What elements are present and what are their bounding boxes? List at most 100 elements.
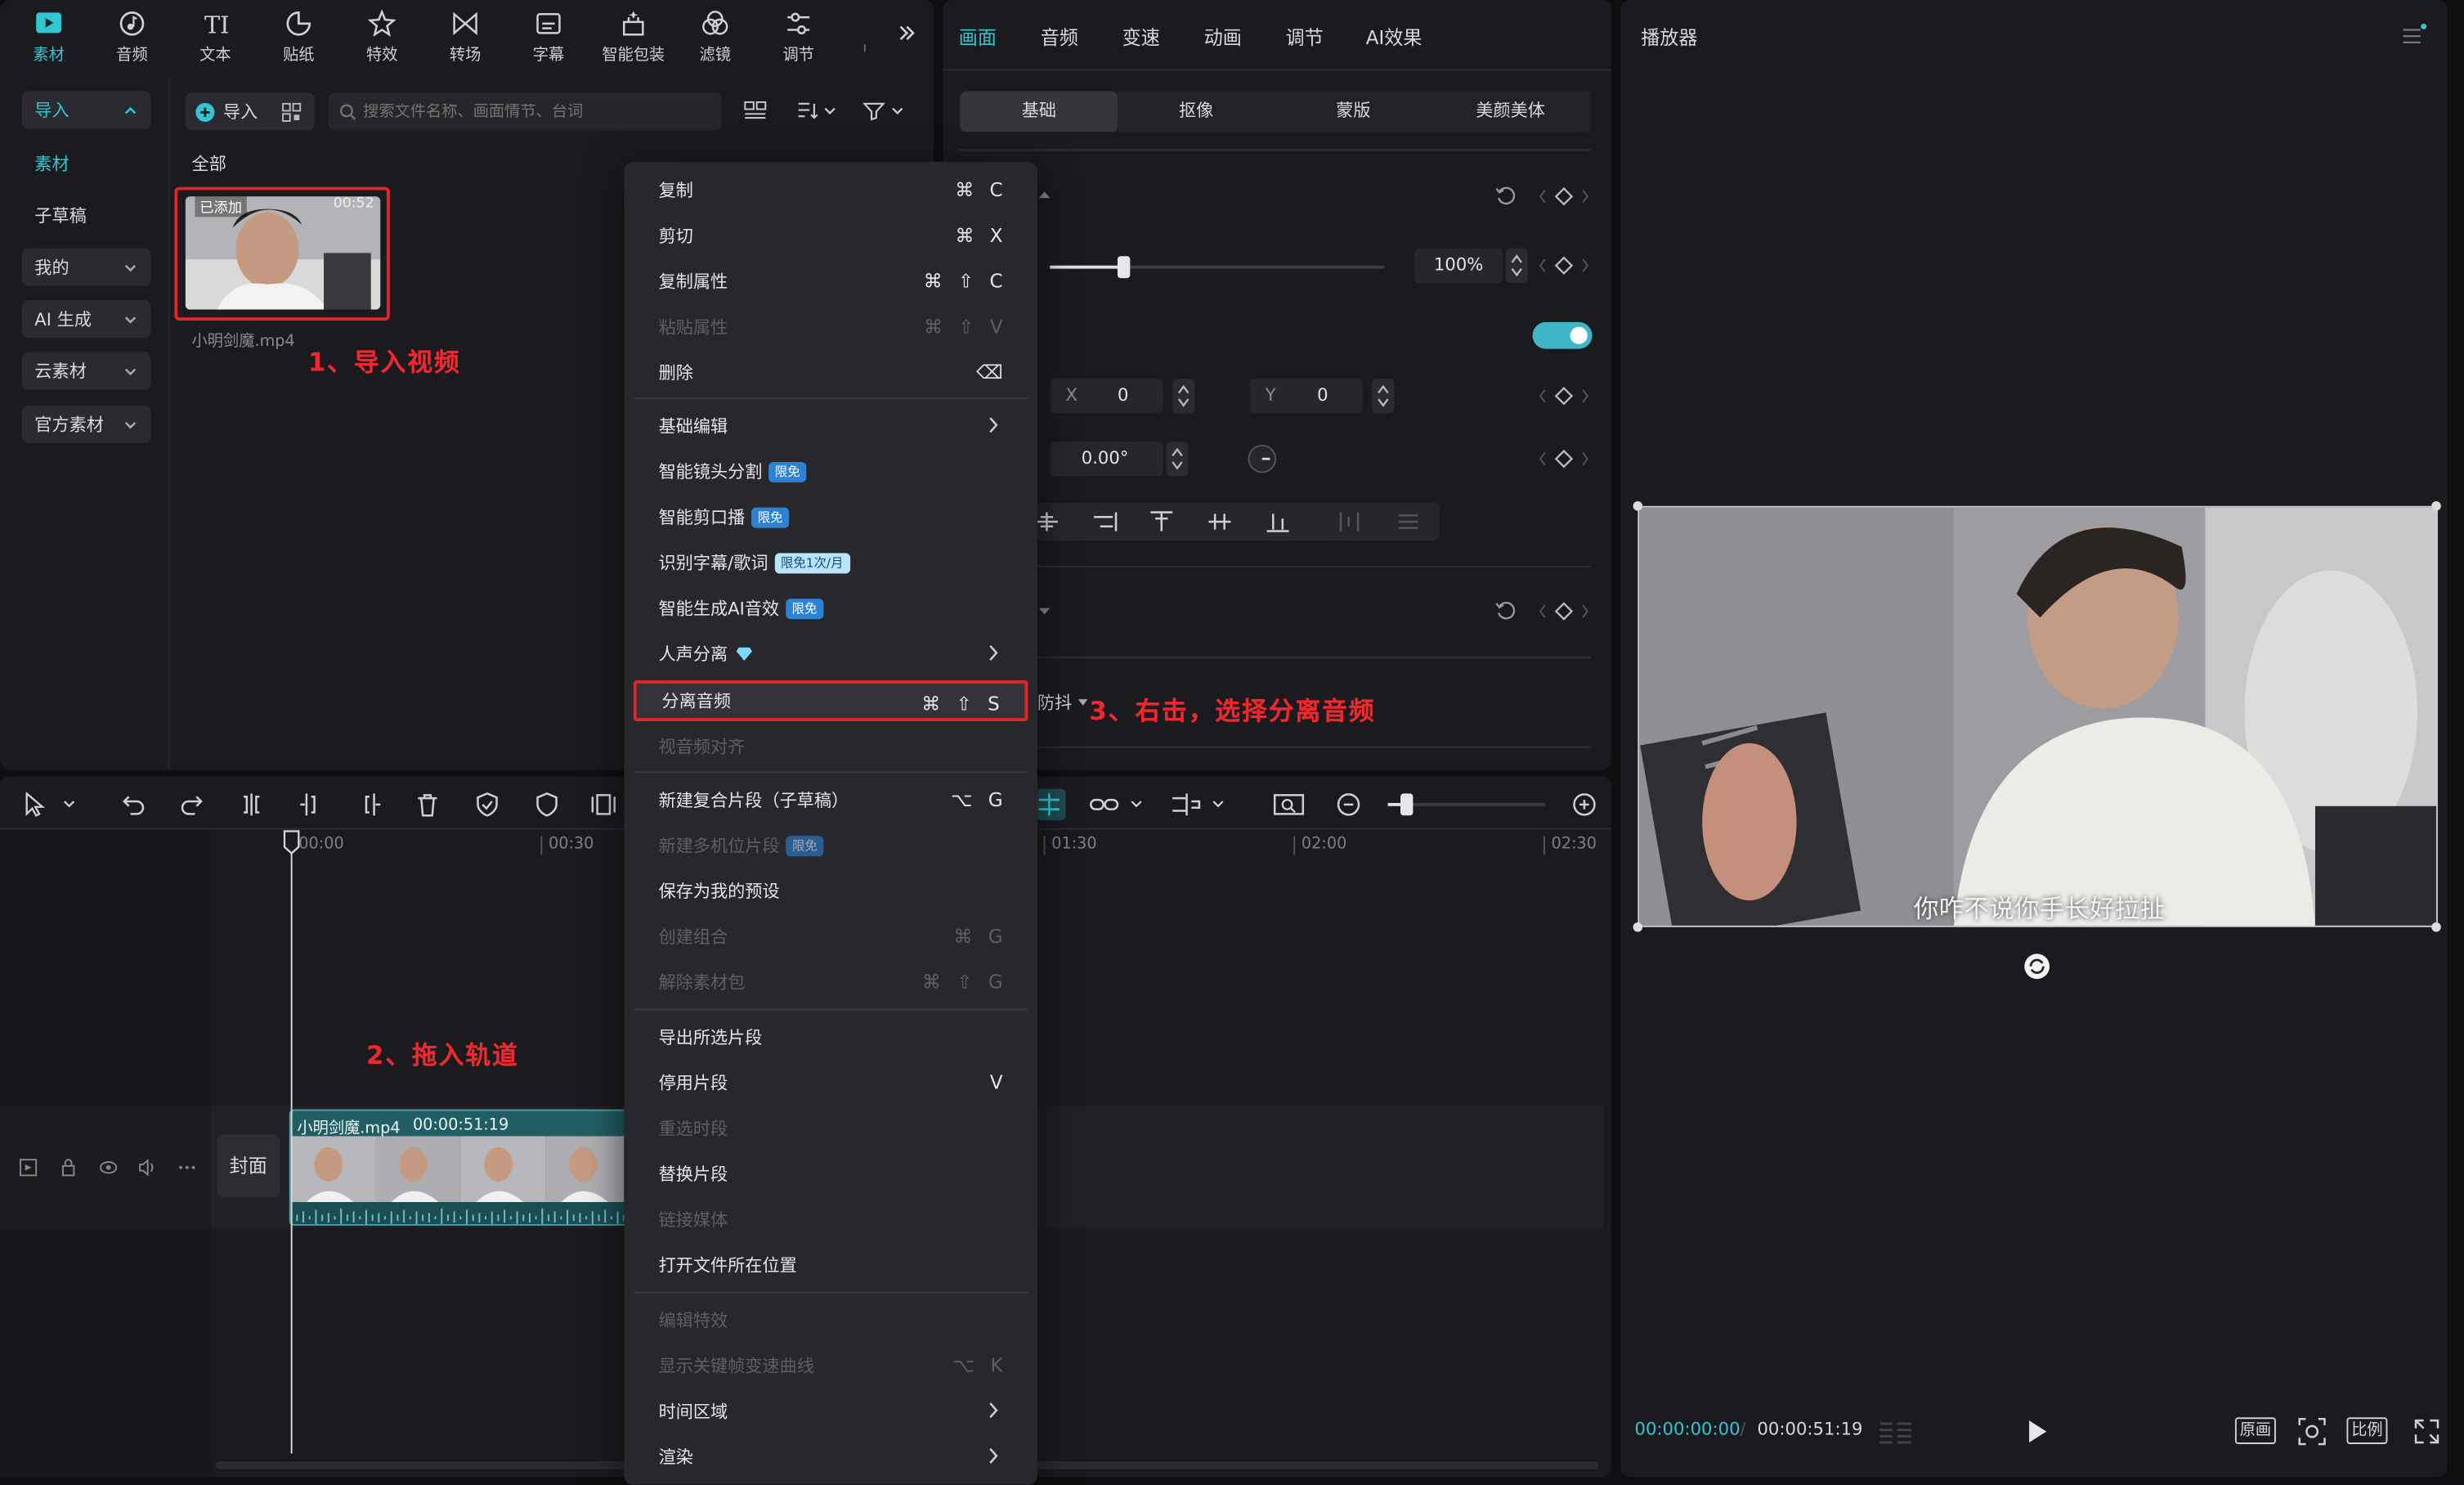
play-button[interactable]: [2026, 1419, 2048, 1444]
original-quality-button[interactable]: 原画: [2234, 1417, 2276, 1444]
menu-item[interactable]: 渲染: [634, 1436, 1028, 1477]
subtab-mask[interactable]: 蒙版: [1275, 91, 1431, 132]
toolbar-transition[interactable]: 转场: [429, 10, 501, 65]
tab-ai-effects[interactable]: AI效果: [1366, 24, 1422, 51]
pos-y-stepper[interactable]: [1372, 379, 1395, 414]
tab-audio[interactable]: 音频: [1041, 24, 1078, 51]
toolbar-effects[interactable]: 特效: [346, 9, 418, 65]
keyframe-nav-button[interactable]: [1537, 186, 1590, 206]
split-button[interactable]: [239, 792, 264, 817]
stabilize-dropdown[interactable]: 防抖: [1037, 690, 1089, 716]
resize-handle[interactable]: [1633, 500, 1643, 511]
view-toggle-button[interactable]: [743, 101, 767, 121]
menu-item[interactable]: 删除 ⌫: [634, 352, 1028, 393]
reset-button[interactable]: [1494, 600, 1516, 622]
toolbar-audio[interactable]: 音频: [96, 10, 168, 65]
delete-button[interactable]: [415, 792, 441, 817]
sidebar-item-ai-generate[interactable]: AI 生成: [21, 300, 151, 339]
reset-button[interactable]: [1494, 186, 1516, 208]
player-menu-button[interactable]: [2402, 23, 2427, 46]
mark-button[interactable]: [475, 792, 500, 817]
sidebar-item-mine[interactable]: 我的: [21, 248, 151, 286]
timeline-clip[interactable]: 小明剑魔.mp4 00:00:51:19: [289, 1109, 629, 1226]
menu-item[interactable]: 复制属性 ⌘ ⇧ C: [634, 261, 1028, 302]
resize-handle[interactable]: [2431, 922, 2441, 932]
trim-left-button[interactable]: [298, 792, 324, 817]
menu-item[interactable]: 导出所选片段: [634, 1016, 1028, 1057]
sidebar-item-media[interactable]: 素材: [34, 150, 69, 176]
aspect-ratio-button[interactable]: 比例: [2346, 1417, 2388, 1444]
zoom-slider-track[interactable]: [1387, 793, 1545, 816]
link-button[interactable]: [1089, 792, 1149, 817]
player-timecode-list-icon[interactable]: [1879, 1419, 1913, 1444]
toolbar-adjust[interactable]: 调节: [762, 10, 834, 65]
pos-y-field[interactable]: Y 0: [1249, 379, 1363, 414]
sort-button[interactable]: [797, 101, 838, 121]
zoom-fit-button[interactable]: [1273, 792, 1305, 817]
collapse-button[interactable]: [1037, 605, 1051, 617]
menu-item[interactable]: 基础编辑: [634, 406, 1028, 446]
zoom-slider-knob[interactable]: [1400, 793, 1413, 816]
filter-button[interactable]: [862, 101, 907, 121]
resize-handle[interactable]: [2431, 500, 2441, 511]
magnet-toggle[interactable]: [1033, 788, 1066, 821]
tab-adjust[interactable]: 调节: [1286, 24, 1324, 51]
rotation-dial[interactable]: [1247, 443, 1278, 474]
sidebar-item-subdraft[interactable]: 子草稿: [34, 203, 86, 228]
rotation-stepper[interactable]: [1166, 441, 1189, 477]
uniform-scale-toggle[interactable]: [1532, 321, 1593, 349]
keyframe-nav-button[interactable]: [1537, 449, 1590, 469]
scale-value-field[interactable]: 100%: [1414, 248, 1503, 283]
toolbar-filter[interactable]: 滤镜: [679, 10, 751, 65]
snapshot-button[interactable]: [2298, 1417, 2327, 1446]
pos-x-field[interactable]: X 0: [1050, 379, 1163, 414]
menu-item[interactable]: 替换片段: [634, 1153, 1028, 1194]
undo-button[interactable]: [121, 792, 146, 817]
keyframe-nav-button[interactable]: [1537, 256, 1590, 275]
menu-item[interactable]: 复制 ⌘ C: [634, 170, 1028, 211]
sidebar-import[interactable]: 导入: [21, 91, 151, 129]
subtab-basic[interactable]: 基础: [960, 91, 1118, 132]
collapse-button[interactable]: [1037, 189, 1051, 201]
keyframe-nav-button[interactable]: [1537, 387, 1590, 406]
tab-speed[interactable]: 变速: [1122, 24, 1160, 51]
redo-button[interactable]: [179, 792, 204, 817]
zoom-out-button[interactable]: [1336, 792, 1361, 817]
toolbar-more-button[interactable]: [896, 22, 918, 44]
toolbar-smart-pack[interactable]: 智能包装: [596, 10, 671, 65]
preview-axis-button[interactable]: [1171, 792, 1230, 817]
rotate-handle[interactable]: [2023, 952, 2051, 980]
subtab-beauty[interactable]: 美颜美体: [1431, 91, 1588, 132]
menu-item[interactable]: 智能生成AI音效 限免: [634, 588, 1028, 629]
search-input[interactable]: [363, 102, 710, 121]
toolbar-subtitle[interactable]: 字幕: [513, 10, 585, 65]
select-tool-button[interactable]: [22, 792, 78, 817]
scale-stepper[interactable]: [1505, 248, 1528, 283]
menu-item[interactable]: 识别字幕/歌词 限免1次/月: [634, 542, 1028, 583]
playhead-handle[interactable]: [283, 830, 300, 855]
menu-item[interactable]: 时间区域: [634, 1391, 1028, 1432]
menu-item[interactable]: 人声分离: [634, 633, 1028, 674]
pos-x-stepper[interactable]: [1172, 379, 1195, 414]
sidebar-item-cloud[interactable]: 云素材: [21, 352, 151, 390]
media-clip-card[interactable]: 已添加 00:52: [174, 186, 390, 321]
toolbar-sticker[interactable]: 贴纸: [262, 10, 334, 65]
scale-slider-knob[interactable]: [1117, 256, 1131, 279]
trim-right-button[interactable]: [356, 792, 382, 817]
subtab-keying[interactable]: 抠像: [1118, 91, 1275, 132]
keyframe-nav-button[interactable]: [1537, 602, 1590, 621]
menu-item[interactable]: 剪切 ⌘ X: [634, 215, 1028, 256]
toolbar-media[interactable]: 素材: [12, 10, 84, 65]
freeze-button[interactable]: [535, 792, 560, 817]
rotation-field[interactable]: 0.00°: [1050, 441, 1163, 477]
cover-button[interactable]: 封面: [217, 1134, 280, 1198]
sidebar-item-official[interactable]: 官方素材: [21, 405, 151, 443]
tab-picture[interactable]: 画面: [959, 24, 997, 51]
menu-item[interactable]: 新建复合片段（子草稿） ⌥ G: [634, 779, 1028, 820]
toolbar-text[interactable]: TI 文本: [179, 10, 251, 64]
fullscreen-button[interactable]: [2414, 1419, 2439, 1444]
menu-item[interactable]: 智能镜头分割 限免: [634, 451, 1028, 491]
tab-animation[interactable]: 动画: [1204, 24, 1242, 51]
menu-item[interactable]: 智能剪口播 限免: [634, 496, 1028, 537]
search-box[interactable]: [328, 92, 722, 131]
